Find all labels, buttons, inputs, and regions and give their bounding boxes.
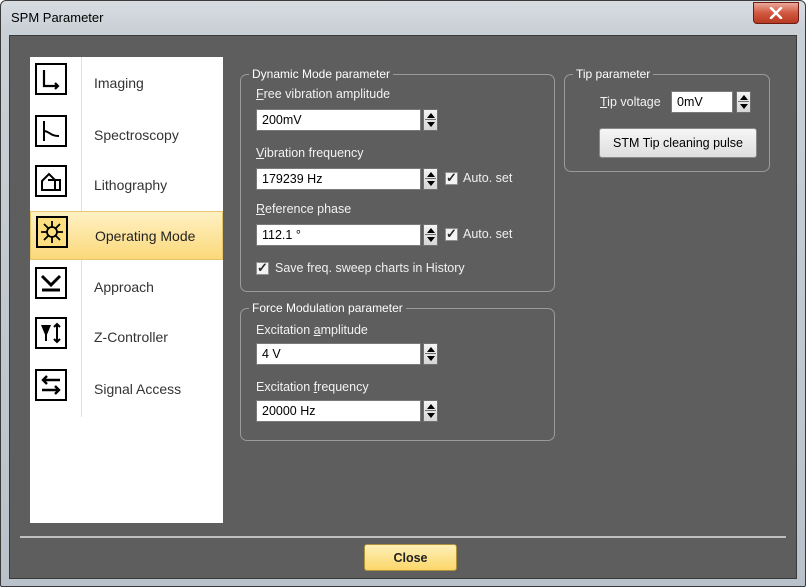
free-vibration-amplitude-spinner[interactable]: [423, 109, 438, 131]
sidebar-item-signal-access[interactable]: Signal Access: [30, 365, 223, 414]
sidebar-item-approach[interactable]: Approach: [30, 263, 223, 312]
excitation-amplitude-input[interactable]: 4 V: [256, 343, 421, 365]
free-vibration-amplitude-label: Free vibration amplitude: [256, 87, 391, 101]
sidebar-item-z-controller[interactable]: Z-Controller: [30, 313, 223, 362]
operating-mode-icon: [36, 216, 68, 248]
sidebar-item-spectroscopy[interactable]: Spectroscopy: [30, 111, 223, 160]
excitation-amplitude-spinner[interactable]: [423, 343, 438, 365]
window-title: SPM Parameter: [11, 10, 104, 25]
dialog-window: SPM Parameter Imaging Spectroscopy Litho…: [0, 0, 806, 587]
excitation-frequency-input[interactable]: 20000 Hz: [256, 400, 421, 422]
excitation-frequency-label: Excitation frequency: [256, 380, 369, 394]
category-sidebar: Imaging Spectroscopy Lithography Operati…: [30, 57, 223, 523]
z-controller-icon: [35, 317, 67, 349]
lithography-icon: [35, 165, 67, 197]
free-vibration-amplitude-input[interactable]: 200mV: [256, 109, 421, 131]
dialog-client-area: Imaging Spectroscopy Lithography Operati…: [9, 35, 797, 579]
close-x-icon: [769, 7, 783, 19]
title-bar: SPM Parameter: [1, 1, 805, 35]
footer-separator: [20, 536, 786, 538]
sidebar-item-label: Z-Controller: [94, 329, 168, 345]
excitation-frequency-spinner[interactable]: [423, 400, 438, 422]
imaging-icon: [35, 63, 67, 95]
reference-phase-spinner[interactable]: [423, 224, 438, 246]
vibration-frequency-input[interactable]: 179239 Hz: [256, 168, 421, 190]
close-window-button[interactable]: [753, 2, 799, 24]
save-sweep-label: Save freq. sweep charts in History: [275, 261, 465, 275]
tip-voltage-input[interactable]: 0mV: [671, 91, 733, 113]
tip-voltage-spinner[interactable]: [736, 91, 751, 113]
tip-parameter-group: Tip parameter Tip voltage 0mV STM Tip cl…: [564, 66, 770, 172]
sidebar-item-imaging[interactable]: Imaging: [30, 59, 223, 108]
force-modulation-group: Force Modulation parameter Excitation am…: [240, 300, 555, 441]
approach-icon: [35, 267, 67, 299]
reference-phase-auto-checkbox[interactable]: [445, 226, 458, 242]
reference-phase-label: Reference phase: [256, 202, 352, 216]
sidebar-item-label: Operating Mode: [95, 228, 196, 244]
spectroscopy-icon: [35, 115, 67, 147]
vibration-frequency-spinner[interactable]: [423, 168, 438, 190]
sidebar-item-label: Imaging: [94, 75, 144, 91]
excitation-amplitude-label: Excitation amplitude: [256, 323, 368, 337]
signal-access-icon: [35, 369, 67, 401]
sidebar-item-label: Spectroscopy: [94, 127, 179, 143]
vibration-frequency-label: Vibration frequency: [256, 146, 364, 160]
group-legend: Force Modulation parameter: [249, 300, 406, 316]
close-button[interactable]: Close: [364, 544, 457, 571]
sidebar-item-label: Lithography: [94, 177, 168, 193]
reference-phase-input[interactable]: 112.1 °: [256, 224, 421, 246]
sidebar-item-operating-mode[interactable]: Operating Mode: [30, 211, 223, 260]
sidebar-item-lithography[interactable]: Lithography: [30, 161, 223, 210]
dynamic-mode-group: Dynamic Mode parameter Free vibration am…: [240, 66, 555, 292]
stm-tip-cleaning-pulse-button[interactable]: STM Tip cleaning pulse: [599, 128, 757, 158]
group-legend: Dynamic Mode parameter: [249, 66, 394, 82]
vibration-frequency-auto-checkbox[interactable]: [445, 170, 458, 186]
tip-voltage-label: Tip voltage: [600, 95, 661, 109]
group-legend: Tip parameter: [573, 66, 654, 82]
reference-phase-auto-label: Auto. set: [463, 227, 513, 241]
vibration-frequency-auto-label: Auto. set: [463, 171, 513, 185]
sidebar-item-label: Signal Access: [94, 381, 182, 397]
save-sweep-checkbox[interactable]: [256, 260, 269, 276]
sidebar-item-label: Approach: [94, 279, 154, 295]
